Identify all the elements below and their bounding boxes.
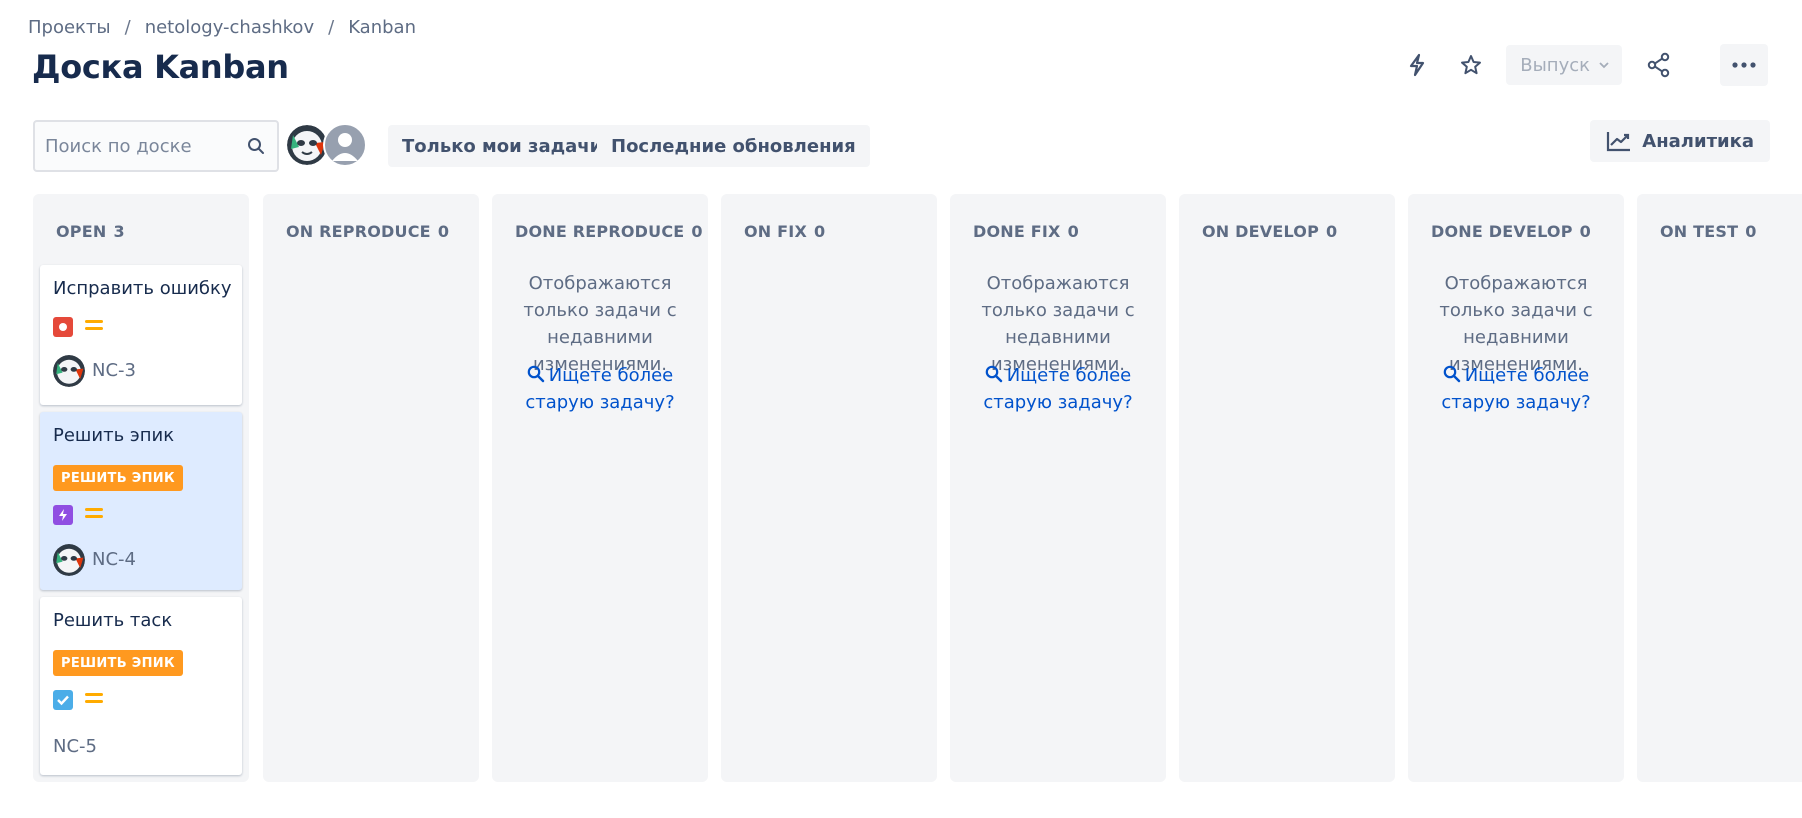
- column-header: ON REPRODUCE 0: [286, 222, 449, 241]
- column-header: ON DEVELOP 0: [1202, 222, 1337, 241]
- priority-medium-icon: [85, 693, 103, 707]
- column-header: DONE REPRODUCE 0: [515, 222, 703, 241]
- column-on-test: ON TEST 0: [1637, 194, 1802, 782]
- star-button[interactable]: [1450, 44, 1492, 86]
- column-name: ON DEVELOP: [1202, 222, 1320, 241]
- column-header: DONE FIX 0: [973, 222, 1079, 241]
- column-count: 0: [1579, 222, 1591, 241]
- card-title: Решить эпик: [53, 425, 175, 446]
- kanban-board: OPEN 3 Исправить ошибку NC-3 Решить эпик…: [33, 194, 1802, 784]
- column-count: 0: [1326, 222, 1338, 241]
- column-done-develop: DONE DEVELOP 0 Отображаются только задачи…: [1408, 194, 1624, 782]
- star-icon: [1461, 55, 1482, 75]
- issue-card[interactable]: Исправить ошибку NC-3: [40, 265, 242, 405]
- filter-recently-updated[interactable]: Последние обновления: [597, 125, 870, 167]
- issue-key: NC-5: [53, 736, 97, 757]
- breadcrumb-separator: /: [124, 17, 131, 38]
- more-button[interactable]: [1720, 44, 1768, 86]
- automation-button[interactable]: [1396, 44, 1438, 86]
- epic-badge: РЕШИТЬ ЭПИК: [53, 465, 183, 491]
- column-name: ON FIX: [744, 222, 807, 241]
- column-name: OPEN: [56, 222, 107, 241]
- filter-only-my-issues[interactable]: Только мои задачи: [388, 125, 617, 167]
- column-on-reproduce: ON REPRODUCE 0: [263, 194, 479, 782]
- column-count: 0: [813, 222, 826, 241]
- find-older-issue-label: Ищете более старую задачу?: [1441, 365, 1591, 413]
- find-older-issue-link[interactable]: Ищете более старую задачу?: [498, 362, 702, 416]
- release-button[interactable]: Выпуск: [1506, 45, 1622, 85]
- more-icon: [1732, 62, 1756, 68]
- board-toolbar: Только мои задачи Последние обновления А…: [33, 120, 1770, 172]
- analytics-label: Аналитика: [1642, 130, 1754, 152]
- issue-key: NC-4: [92, 549, 136, 570]
- column-header: ON TEST 0: [1660, 222, 1757, 241]
- column-count: 0: [1745, 222, 1757, 241]
- issue-key: NC-3: [92, 360, 136, 381]
- search-icon: [1443, 365, 1460, 383]
- breadcrumb-board[interactable]: Kanban: [348, 17, 416, 38]
- avatar-user-default[interactable]: [323, 123, 367, 167]
- find-older-issue-label: Ищете более старую задачу?: [983, 365, 1133, 413]
- column-on-fix: ON FIX 0: [721, 194, 937, 782]
- column-done-fix: DONE FIX 0 Отображаются только задачи с н…: [950, 194, 1166, 782]
- column-name: ON TEST: [1660, 222, 1739, 241]
- column-header: DONE DEVELOP 0: [1431, 222, 1591, 241]
- release-label: Выпуск: [1520, 54, 1590, 76]
- column-header: ON FIX 0: [744, 222, 825, 241]
- assignee-filter: [285, 123, 367, 167]
- header-actions: Выпуск: [1396, 44, 1768, 86]
- issue-card[interactable]: Решить таск РЕШИТЬ ЭПИК NC-5: [40, 597, 242, 775]
- share-icon: [1647, 52, 1670, 78]
- bug-icon: [53, 317, 73, 337]
- search-input[interactable]: [45, 135, 235, 157]
- breadcrumb: Проекты / netology-chashkov / Kanban: [28, 17, 416, 38]
- task-icon: [53, 690, 73, 710]
- search-icon: [985, 365, 1002, 383]
- column-count: 0: [437, 222, 450, 241]
- column-count: 0: [691, 222, 703, 241]
- search-icon: [247, 137, 265, 159]
- card-title: Решить таск: [53, 610, 173, 631]
- share-button[interactable]: [1638, 44, 1680, 86]
- page-title: Доска Kanban: [32, 48, 289, 86]
- card-title: Исправить ошибку: [53, 278, 232, 299]
- priority-medium-icon: [85, 320, 103, 334]
- column-name: ON REPRODUCE: [286, 222, 431, 241]
- board-search: [33, 120, 279, 172]
- priority-medium-icon: [85, 508, 103, 522]
- find-older-issue-label: Ищете более старую задачу?: [525, 365, 675, 413]
- column-open: OPEN 3 Исправить ошибку NC-3 Решить эпик…: [33, 194, 249, 782]
- column-done-reproduce: DONE REPRODUCE 0 Отображаются только зада…: [492, 194, 708, 782]
- column-name: DONE FIX: [973, 222, 1061, 241]
- column-count: 0: [1067, 222, 1079, 241]
- column-count: 3: [113, 222, 125, 241]
- breadcrumb-separator: /: [328, 17, 335, 38]
- column-on-develop: ON DEVELOP 0: [1179, 194, 1395, 782]
- find-older-issue-link[interactable]: Ищете более старую задачу?: [956, 362, 1160, 416]
- assignee-avatar[interactable]: [53, 355, 85, 387]
- column-name: DONE DEVELOP: [1431, 222, 1573, 241]
- epic-badge: РЕШИТЬ ЭПИК: [53, 650, 183, 676]
- breadcrumb-projects[interactable]: Проекты: [28, 17, 111, 38]
- column-name: DONE REPRODUCE: [515, 222, 685, 241]
- breadcrumb-project[interactable]: netology-chashkov: [145, 17, 314, 38]
- issue-card[interactable]: Решить эпик РЕШИТЬ ЭПИК NC-4: [40, 412, 242, 590]
- lightning-icon: [1410, 53, 1425, 77]
- find-older-issue-link[interactable]: Ищете более старую задачу?: [1414, 362, 1618, 416]
- assignee-avatar[interactable]: [53, 544, 85, 576]
- column-header: OPEN 3: [56, 222, 125, 241]
- chevron-down-icon: [1599, 62, 1609, 69]
- search-icon: [527, 365, 544, 383]
- chart-line-icon: [1607, 132, 1631, 152]
- analytics-button[interactable]: Аналитика: [1590, 120, 1770, 162]
- epic-icon: [53, 505, 73, 525]
